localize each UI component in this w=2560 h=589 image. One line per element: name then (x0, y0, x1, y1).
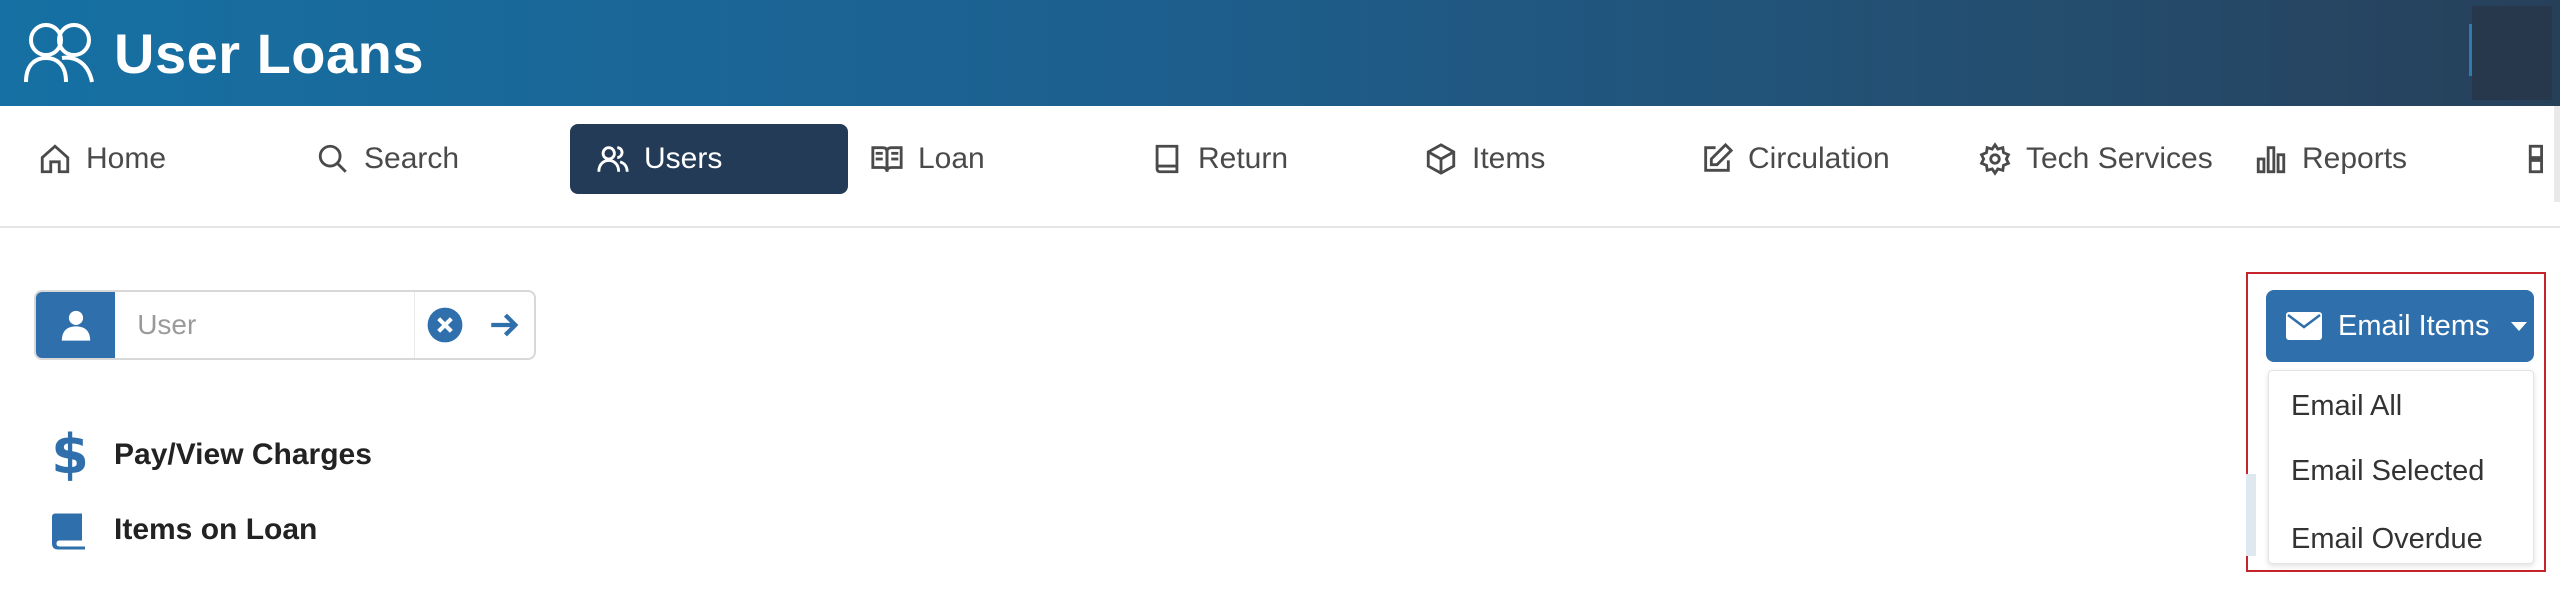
page-title: User Loans (114, 21, 424, 85)
user-icon (61, 310, 90, 341)
caret-down-icon (2511, 321, 2528, 331)
users-icon (597, 146, 629, 172)
submit-search-button[interactable] (475, 292, 534, 358)
user-search-group (34, 290, 536, 360)
edit-icon (1704, 142, 1734, 172)
nav-scrollbar[interactable] (2554, 106, 2560, 202)
nav-label: Users (644, 142, 723, 175)
user-search-input[interactable] (115, 292, 416, 358)
main-nav: Home Search Users Loan Return Items Circ… (0, 106, 2560, 228)
items-on-loan-link[interactable]: Items on Loan (50, 508, 317, 552)
search-icon (318, 144, 347, 173)
nav-item-loan[interactable]: Loan (870, 124, 985, 194)
email-dropdown-highlight: Email Items Email All Email Selected Ema… (2246, 272, 2546, 572)
link-label: Items on Loan (114, 513, 318, 546)
clear-button[interactable] (415, 292, 474, 358)
nav-label: Items (1472, 142, 1546, 175)
arrow-right-icon (491, 313, 519, 337)
pay-view-charges-link[interactable]: $ Pay/View Charges (50, 428, 372, 482)
menu-side-strip (2246, 474, 2256, 556)
email-button-label: Email Items (2338, 309, 2490, 342)
users-icon (24, 23, 94, 83)
book-icon (52, 513, 85, 550)
nav-label: Tech Services (2026, 142, 2213, 175)
link-label: Pay/View Charges (114, 438, 372, 471)
email-menu: Email All Email Selected Email Overdue (2268, 370, 2534, 564)
book-open-icon (871, 146, 903, 172)
nav-label: Return (1198, 142, 1289, 175)
home-icon (40, 144, 70, 174)
menu-item-email-all[interactable]: Email All (2269, 375, 2533, 437)
nav-item-users[interactable]: Users (570, 124, 848, 194)
nav-item-tech-services[interactable]: Tech Services (1978, 124, 2213, 194)
nav-label: Home (86, 142, 167, 175)
nav-item-return[interactable]: Return (1150, 124, 1288, 194)
mail-icon (2286, 312, 2322, 340)
user-badge (36, 292, 116, 358)
dollar-icon: $ (51, 423, 89, 486)
nav-item-search[interactable]: Search (316, 124, 459, 194)
header-corner-block (2472, 6, 2552, 100)
nav-item-reports[interactable]: Reports (2254, 124, 2407, 194)
gear-icon (1979, 142, 2011, 176)
nav-label: Reports (2302, 142, 2408, 175)
email-items-button[interactable]: Email Items (2266, 290, 2534, 362)
nav-label: Circulation (1748, 142, 1890, 175)
box-icon (1426, 143, 1456, 175)
close-circle-icon (427, 307, 463, 343)
app-header: User Loans (0, 0, 2560, 106)
nav-item-home[interactable]: Home (38, 124, 166, 194)
nav-label: Search (364, 142, 460, 175)
nav-item-items[interactable]: Items (1424, 124, 1545, 194)
nav-label: Loan (918, 142, 985, 175)
menu-item-email-overdue[interactable]: Email Overdue (2269, 505, 2533, 573)
book-icon (1155, 144, 1179, 174)
menu-item-email-selected[interactable]: Email Selected (2269, 437, 2533, 505)
nav-item-circulation[interactable]: Circulation (1700, 124, 1890, 194)
bar-chart-icon (2256, 146, 2286, 174)
